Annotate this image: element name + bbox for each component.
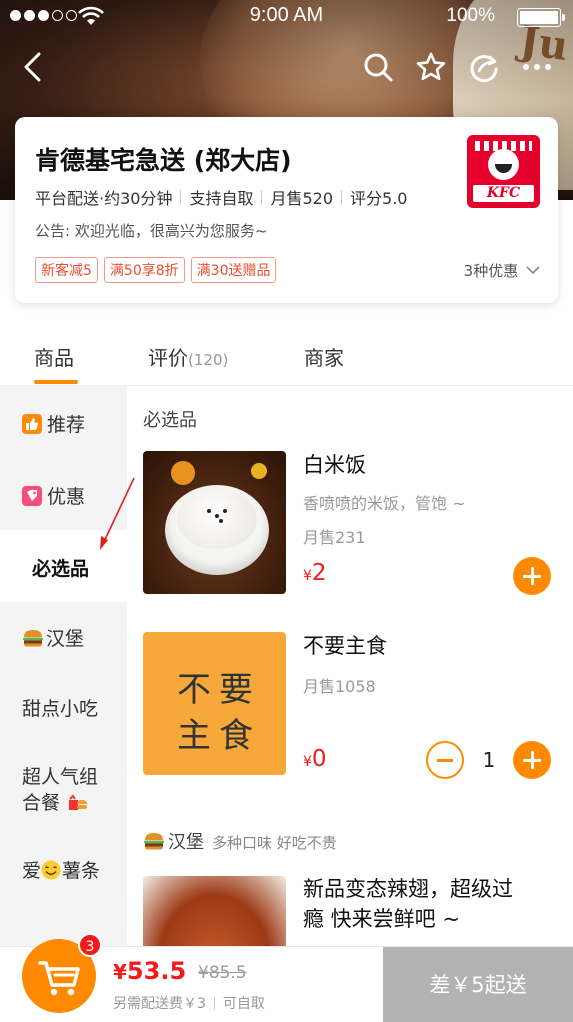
tab-label: 商品 bbox=[34, 346, 74, 370]
decrease-quantity-button[interactable] bbox=[426, 741, 464, 779]
category-label-line2: 合餐 bbox=[22, 792, 61, 814]
logo-text: KFC bbox=[473, 185, 534, 202]
more-icon[interactable] bbox=[520, 50, 554, 84]
add-to-cart-button[interactable] bbox=[513, 557, 551, 595]
shop-notice: 公告: 欢迎光临，很高兴为您服务~ bbox=[35, 222, 268, 240]
category-label: 甜点小吃 bbox=[22, 698, 99, 720]
status-bar: 9:00 AM 100% bbox=[0, 0, 573, 34]
combo-meal-icon bbox=[69, 794, 88, 810]
category-label: 优惠 bbox=[47, 486, 86, 508]
cart-total: ¥53.5 bbox=[113, 957, 187, 985]
category-combo[interactable]: 超人气组 合餐 bbox=[0, 742, 127, 834]
pickup-info: 支持自取 bbox=[189, 189, 254, 208]
share-icon[interactable] bbox=[467, 50, 501, 84]
goods-price: ¥2 bbox=[303, 560, 327, 586]
goods-name: 白米饭 bbox=[303, 453, 366, 477]
divider bbox=[341, 189, 343, 205]
shop-name: 肯德基宅急送 (郑大店) bbox=[35, 146, 292, 175]
shop-logo: KFC bbox=[467, 135, 540, 208]
shop-info-card: 肯德基宅急送 (郑大店) 平台配送·约30分钟 支持自取 月售520 评分5.0… bbox=[15, 117, 558, 303]
tab-label: 评价 bbox=[148, 346, 188, 370]
annotation-arrow-icon bbox=[100, 477, 135, 550]
category-label-prefix: 爱 bbox=[22, 860, 42, 882]
goods-desc: 香喷喷的米饭，管饱 ~ bbox=[303, 494, 466, 513]
tab-goods[interactable]: 商品 bbox=[34, 342, 74, 371]
image-text: 不要 bbox=[177, 670, 261, 710]
back-icon[interactable] bbox=[16, 50, 50, 84]
delivery-fee-info: 另需配送费￥3 可自取 bbox=[113, 993, 265, 1013]
category-label: 汉堡 bbox=[46, 628, 85, 650]
category-burger[interactable]: 汉堡 bbox=[0, 602, 127, 672]
delivery-fee: 另需配送费￥3 bbox=[113, 996, 206, 1012]
chevron-down-icon bbox=[526, 266, 540, 275]
monthly-sales: 月售520 bbox=[270, 189, 334, 208]
pickup-note: 可自取 bbox=[222, 996, 265, 1012]
item-quantity: 1 bbox=[482, 748, 496, 772]
star-icon[interactable] bbox=[414, 50, 448, 84]
burger-icon bbox=[144, 833, 164, 850]
promo-tag[interactable]: 满50享8折 bbox=[103, 257, 185, 283]
goods-sales: 月售231 bbox=[303, 528, 366, 547]
battery-percent: 100% bbox=[446, 5, 495, 26]
section-title: 汉堡 多种口味 好吃不贵 bbox=[143, 828, 337, 854]
goods-name: 不要主食 bbox=[303, 634, 387, 658]
original-price: ¥85.5 bbox=[198, 963, 247, 983]
tab-merchant[interactable]: 商家 bbox=[304, 342, 344, 371]
search-icon[interactable] bbox=[361, 50, 395, 84]
active-tab-indicator bbox=[34, 380, 78, 384]
tag-icon bbox=[22, 486, 42, 506]
category-snacks[interactable]: 甜点小吃 bbox=[0, 672, 127, 742]
battery-icon bbox=[517, 8, 565, 27]
promo-more-label: 3种优惠 bbox=[463, 262, 519, 280]
goods-list[interactable]: 必选品 白米饭 香喷喷的米饭，管饱 ~ 月售231 ¥2 不要 主食 不要主食 … bbox=[127, 386, 573, 946]
category-sidebar: 推荐 优惠 必选品 汉堡 甜点小吃 超人气组 合餐 爱 薯条 bbox=[0, 386, 127, 946]
category-label: 必选品 bbox=[32, 558, 90, 580]
cart-count-badge: 3 bbox=[78, 933, 102, 957]
category-recommend[interactable]: 推荐 bbox=[0, 386, 127, 458]
shop-tabs: 商品 评价(120) 商家 bbox=[0, 318, 573, 386]
divider bbox=[261, 189, 263, 205]
category-fries[interactable]: 爱 薯条 bbox=[0, 834, 127, 906]
section-title: 必选品 bbox=[143, 410, 197, 431]
goods-sales: 月售1058 bbox=[303, 677, 376, 696]
section-title-text: 汉堡 bbox=[168, 832, 204, 853]
category-label-line1: 超人气组 bbox=[22, 766, 99, 788]
goods-image-spicy-wings[interactable] bbox=[143, 876, 286, 946]
divider bbox=[180, 189, 182, 205]
section-subtitle: 多种口味 好吃不贵 bbox=[212, 834, 337, 852]
category-label: 薯条 bbox=[62, 860, 101, 882]
delivery-info: 平台配送·约30分钟 bbox=[35, 189, 173, 208]
increase-quantity-button[interactable] bbox=[513, 741, 551, 779]
divider bbox=[213, 996, 215, 1010]
image-text: 主食 bbox=[177, 716, 261, 756]
goods-image-rice[interactable] bbox=[143, 451, 286, 594]
promo-more-button[interactable]: 3种优惠 bbox=[464, 260, 540, 281]
burger-icon bbox=[23, 630, 43, 647]
thumbs-up-icon bbox=[22, 414, 42, 434]
promo-tag[interactable]: 新客减5 bbox=[35, 257, 98, 283]
checkout-button[interactable]: 差￥5起送 bbox=[383, 947, 573, 1022]
smiley-icon bbox=[41, 860, 61, 880]
tab-reviews[interactable]: 评价(120) bbox=[148, 342, 228, 371]
goods-image-no-staple[interactable]: 不要 主食 bbox=[143, 632, 286, 775]
shop-meta: 平台配送·约30分钟 支持自取 月售520 评分5.0 bbox=[35, 185, 407, 209]
goods-price: ¥0 bbox=[303, 746, 327, 772]
tab-label: 商家 bbox=[304, 346, 344, 370]
shop-rating: 评分5.0 bbox=[350, 189, 408, 208]
review-count: (120) bbox=[188, 351, 229, 369]
goods-name: 新品变态辣翅，超级过 瘾 快来尝鲜吧 ~ bbox=[303, 877, 513, 931]
promo-tag[interactable]: 满30送赠品 bbox=[190, 257, 277, 283]
promo-tags: 新客减5 满50享8折 满30送赠品 bbox=[35, 257, 277, 283]
cart-bar: 3 ¥53.5 ¥85.5 另需配送费￥3 可自取 差￥5起送 bbox=[0, 933, 573, 1022]
category-label: 推荐 bbox=[47, 414, 86, 436]
